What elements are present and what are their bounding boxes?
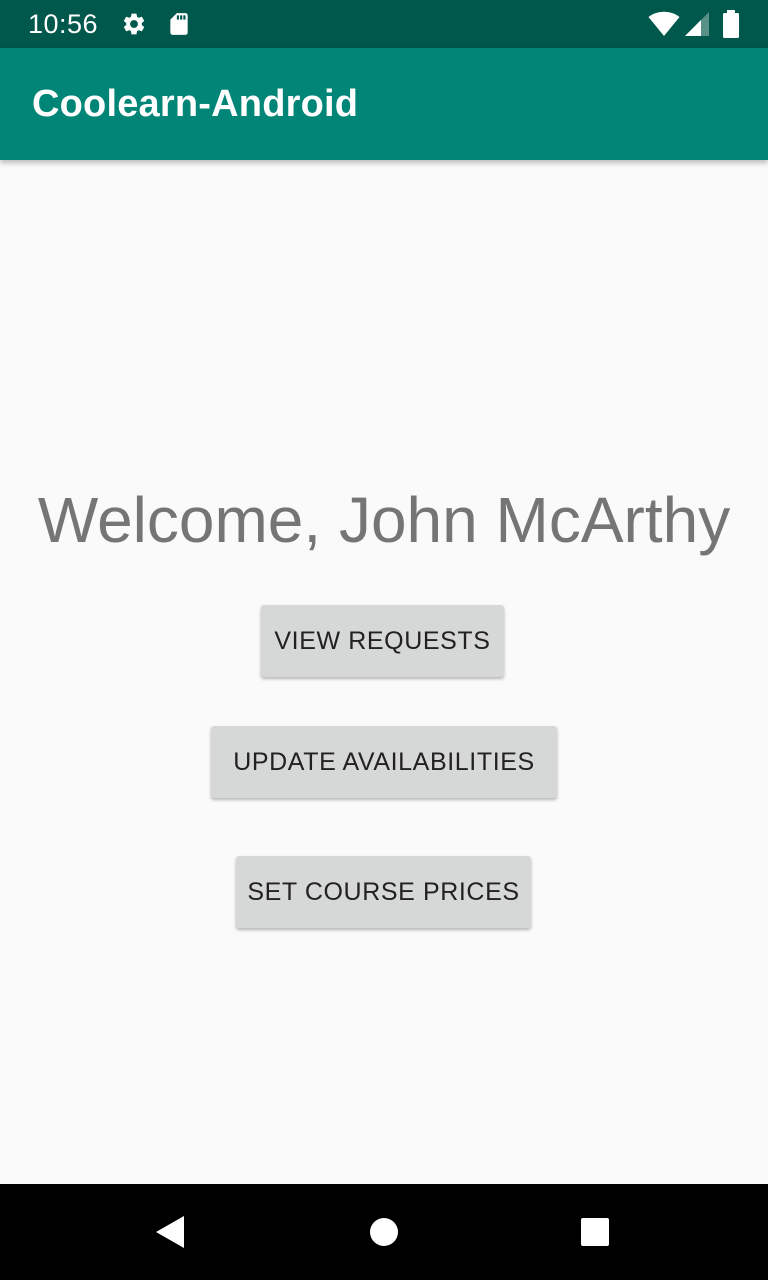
- welcome-message: Welcome, John McArthy: [37, 484, 731, 556]
- update-availabilities-button[interactable]: UPDATE AVAILABILITIES: [211, 726, 557, 798]
- gear-icon: [123, 13, 145, 35]
- wifi-icon: [648, 11, 680, 36]
- set-course-prices-button[interactable]: SET COURSE PRICES: [236, 856, 531, 928]
- home-icon[interactable]: [369, 1217, 399, 1247]
- view-requests-button[interactable]: VIEW REQUESTS: [261, 605, 504, 677]
- back-icon[interactable]: [154, 1215, 186, 1249]
- status-time: 10:56: [28, 9, 99, 39]
- sd-card-icon: [170, 13, 188, 35]
- navigation-bar: [0, 1184, 768, 1280]
- app-title: Coolearn-Android: [32, 83, 359, 125]
- app-bar: Coolearn-Android: [0, 48, 768, 160]
- battery-icon: [723, 10, 739, 38]
- recents-icon[interactable]: [580, 1217, 610, 1247]
- cell-signal-icon: [685, 12, 709, 36]
- status-bar: 10:56: [0, 0, 768, 48]
